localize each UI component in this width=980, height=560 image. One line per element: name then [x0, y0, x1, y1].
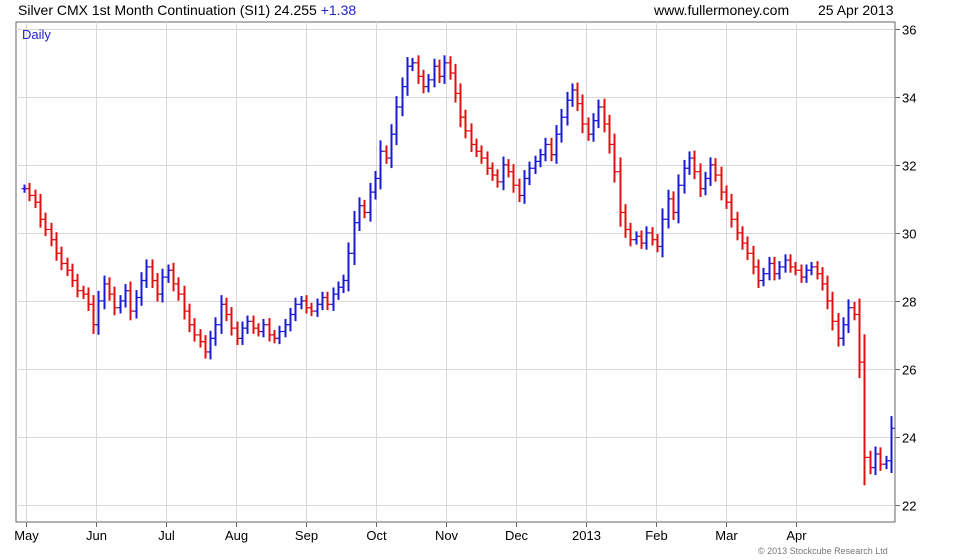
x-tick-label: Sep: [295, 528, 318, 543]
x-tick-label: Apr: [786, 528, 807, 543]
y-tick-label: 30: [902, 227, 916, 242]
x-tick-label: Oct: [366, 528, 387, 543]
x-tick-label: Jul: [158, 528, 175, 543]
x-tick-label: Mar: [715, 528, 738, 543]
y-tick-label: 26: [902, 363, 916, 378]
y-tick-label: 22: [902, 499, 916, 514]
price-chart: 22 24 26 28 30 32 34 36 May Jun Jul Aug Sep Oct Nov Dec…: [14, 21, 916, 543]
timeframe-label: Daily: [22, 27, 51, 42]
y-tick-label: 36: [902, 23, 916, 38]
x-tick-label: Feb: [645, 528, 667, 543]
y-tick-label: 24: [902, 431, 916, 446]
x-tick-label: Jun: [86, 528, 107, 543]
y-tick-label: 28: [902, 295, 916, 310]
y-tick-label: 32: [902, 159, 916, 174]
x-tick-label: Dec: [505, 528, 529, 543]
x-tick-label: May: [14, 528, 39, 543]
y-tick-label: 34: [902, 91, 916, 106]
x-tick-label: Aug: [225, 528, 248, 543]
x-tick-label: 2013: [572, 528, 601, 543]
x-tick-label: Nov: [435, 528, 459, 543]
